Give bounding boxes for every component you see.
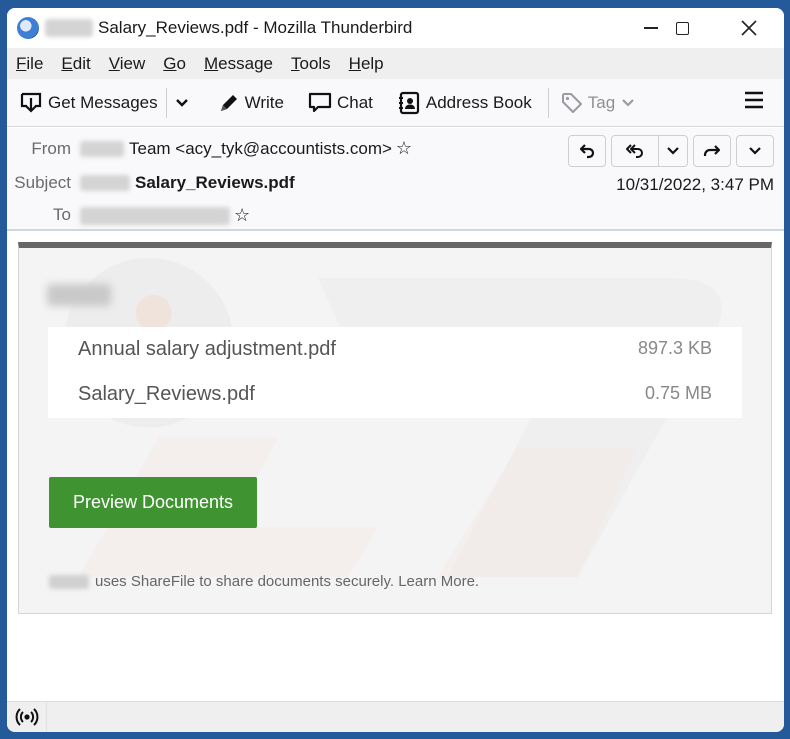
chevron-down-icon xyxy=(175,98,188,107)
file-list: Annual salary adjustment.pdf 897.3 KB Sa… xyxy=(48,327,742,418)
more-actions-button[interactable] xyxy=(736,135,774,167)
to-label: To xyxy=(53,205,71,224)
sharefile-card: Annual salary adjustment.pdf 897.3 KB Sa… xyxy=(18,242,772,614)
chevron-down-icon xyxy=(622,98,634,107)
connection-status-icon xyxy=(15,708,38,726)
chat-bubble-icon xyxy=(308,92,332,112)
address-book-icon xyxy=(398,91,419,114)
title-bar: Salary_Reviews.pdf - Mozilla Thunderbird xyxy=(7,8,784,48)
get-messages-dropdown[interactable] xyxy=(169,86,200,120)
tag-button[interactable]: Tag xyxy=(555,86,641,120)
menu-help[interactable]: Help xyxy=(349,54,384,74)
status-bar xyxy=(7,701,784,732)
download-inbox-icon xyxy=(20,92,42,113)
redacted-title-prefix xyxy=(45,19,93,37)
close-button[interactable] xyxy=(725,8,773,48)
address-book-button[interactable]: Address Book xyxy=(391,86,538,120)
preview-documents-button[interactable]: Preview Documents xyxy=(49,477,257,528)
file-name: Salary_Reviews.pdf xyxy=(78,383,255,405)
menu-go[interactable]: Go xyxy=(163,54,186,74)
sharefile-footer: uses ShareFile to share documents secure… xyxy=(49,573,479,590)
redacted-subject-prefix xyxy=(80,175,130,191)
file-name: Annual salary adjustment.pdf xyxy=(78,338,336,360)
redacted-sender-name xyxy=(80,140,124,157)
tag-icon xyxy=(561,92,582,113)
chevron-down-icon xyxy=(667,147,679,155)
thunderbird-window: Salary_Reviews.pdf - Mozilla Thunderbird… xyxy=(7,8,784,732)
star-icon[interactable]: ☆ xyxy=(396,138,412,159)
message-body: Annual salary adjustment.pdf 897.3 KB Sa… xyxy=(7,231,784,701)
menu-tools[interactable]: Tools xyxy=(291,54,331,74)
online-status-button[interactable] xyxy=(7,702,47,732)
minimize-icon xyxy=(644,27,658,29)
footer-text[interactable]: uses ShareFile to share documents secure… xyxy=(95,573,479,590)
window-title: Salary_Reviews.pdf - Mozilla Thunderbird xyxy=(98,18,413,37)
hamburger-menu-icon xyxy=(745,91,763,109)
message-date: 10/31/2022, 3:47 PM xyxy=(616,175,774,194)
close-icon xyxy=(741,20,757,36)
from-label: From xyxy=(31,139,71,158)
redacted-company-logo xyxy=(47,284,111,306)
chevron-down-icon xyxy=(749,147,761,155)
subject-field: Salary_Reviews.pdf xyxy=(80,173,295,193)
app-menu-button[interactable] xyxy=(744,91,764,114)
file-item[interactable]: Salary_Reviews.pdf 0.75 MB xyxy=(78,383,712,406)
menu-view[interactable]: View xyxy=(109,54,146,74)
star-icon[interactable]: ☆ xyxy=(234,205,250,226)
file-item[interactable]: Annual salary adjustment.pdf 897.3 KB xyxy=(78,338,712,361)
redacted-company-name xyxy=(49,574,89,589)
reply-all-button[interactable] xyxy=(612,136,658,166)
write-button[interactable]: Write xyxy=(212,86,290,120)
reply-all-dropdown[interactable] xyxy=(658,136,687,166)
maximize-icon xyxy=(675,21,689,35)
toolbar-separator xyxy=(165,87,167,118)
forward-button[interactable] xyxy=(693,135,731,167)
reply-icon xyxy=(579,144,595,159)
redacted-recipient[interactable] xyxy=(80,206,230,225)
menu-message[interactable]: Message xyxy=(204,54,273,74)
thunderbird-logo-icon xyxy=(17,17,39,39)
reply-all-group xyxy=(611,135,688,167)
from-field: Team <acy_tyk@accountists.com> ☆ xyxy=(80,138,412,159)
menu-bar: File Edit View Go Message Tools Help xyxy=(7,48,784,79)
menu-edit[interactable]: Edit xyxy=(61,54,90,74)
file-size: 897.3 KB xyxy=(637,338,712,358)
chat-button[interactable]: Chat xyxy=(302,86,379,120)
pencil-icon xyxy=(220,94,237,111)
watermark-logo xyxy=(63,257,722,578)
subject-label: Subject xyxy=(14,173,71,192)
maximize-button[interactable] xyxy=(658,8,706,48)
subject-value: Salary_Reviews.pdf xyxy=(135,173,295,192)
file-size: 0.75 MB xyxy=(644,383,712,403)
reply-all-icon xyxy=(626,144,643,158)
message-actions xyxy=(568,135,774,167)
forward-icon xyxy=(703,145,721,156)
get-messages-button[interactable]: Get Messages xyxy=(13,86,164,120)
menu-file[interactable]: File xyxy=(16,54,43,74)
main-toolbar: Get Messages Write Chat Address Book Tag xyxy=(7,79,784,127)
toolbar-separator xyxy=(547,87,549,118)
message-header: From Team <acy_tyk@accountists.com> ☆ Su… xyxy=(7,128,784,231)
to-field: ☆ xyxy=(80,205,250,226)
from-address[interactable]: Team <acy_tyk@accountists.com> xyxy=(129,139,392,159)
reply-button[interactable] xyxy=(568,135,606,167)
